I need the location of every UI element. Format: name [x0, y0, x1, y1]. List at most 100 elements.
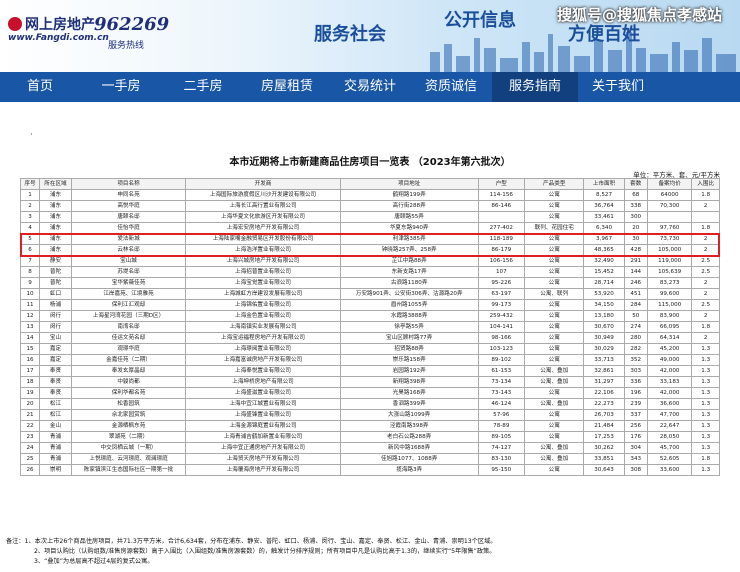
table-cell: 343: [623, 453, 648, 465]
table-cell: 2: [691, 310, 720, 322]
table-cell: 115,000: [646, 299, 693, 311]
table-cell: 246: [623, 277, 648, 289]
table-cell: 申同名苑: [70, 189, 187, 201]
table-row: 7 静安 宝山城 上海兴城房地产开发有限公司 芷江中路88弄 106-156 公寓 32,49…: [19, 255, 720, 267]
site-header: 网上房地产 www.Fangdi.com.cn 962269 服务热线 服务社会…: [0, 0, 740, 72]
table-cell: 高悦华庭: [70, 200, 187, 212]
table-cell: 106-156: [477, 255, 526, 267]
table-cell: 284: [623, 299, 648, 311]
site-logo[interactable]: 网上房地产: [8, 14, 95, 34]
table-cell: 11: [19, 299, 41, 311]
table-cell: 苏堤名邸: [70, 266, 187, 278]
table-cell: 352: [623, 354, 648, 366]
table-cell: 337: [623, 409, 648, 421]
nav-home[interactable]: 首页: [0, 72, 80, 102]
table-cell: 2.5: [691, 299, 720, 311]
table-cell: 闵行: [39, 321, 72, 333]
table-cell: 98-166: [477, 332, 526, 344]
logo-mark-icon: [8, 17, 22, 31]
table-cell: 64,314: [646, 332, 693, 344]
table-cell: 42,000: [646, 365, 693, 377]
table-cell: 上海贸天房地产开发有限公司: [185, 453, 341, 465]
table-cell: 70,300: [646, 200, 693, 212]
table-cell: 嘉定: [39, 354, 72, 366]
table-cell: 13,180: [583, 310, 625, 322]
table-cell: 2: [691, 244, 720, 256]
table-cell: 83,273: [646, 277, 693, 289]
table-cell: 63-197: [477, 288, 526, 300]
table-cell: 1.3: [691, 464, 720, 476]
table-cell: 浦东: [39, 244, 72, 256]
table-cell: 303: [623, 365, 648, 377]
table-cell: 259-432: [477, 310, 526, 322]
table-cell: 公寓: [524, 332, 585, 344]
table-cell: 105,000: [646, 244, 693, 256]
table-cell: 1.8: [691, 222, 720, 234]
nav-credit[interactable]: 资质诚信: [410, 72, 492, 102]
table-row: 16 嘉定 金嘉佳苑（二期） 上海嘉富诚房地产开发有限公司 崇乐路158弄 89-102 公…: [19, 354, 720, 366]
table-cell: 奉发玄厚晶邸: [70, 365, 187, 377]
table-cell: 26,703: [583, 409, 625, 421]
table-cell: 53,920: [583, 288, 625, 300]
table-cell: 新翔路398弄: [339, 376, 479, 388]
table-cell: 佘北家园赏筑: [70, 409, 187, 421]
table-cell: 196: [623, 387, 648, 399]
table-title: 本市近期将上市新建商品住房项目一览表 （2023年第六批次）: [229, 157, 511, 168]
table-cell: 江岸嘉苑、江境雅苑: [70, 288, 187, 300]
table-cell: 老白石公路288弄: [339, 431, 479, 443]
table-cell: 33,183: [646, 376, 693, 388]
table-cell: 1.8: [691, 321, 720, 333]
table-cell: 上海浩洋置业有限公司: [185, 244, 341, 256]
table-cell: 277-402: [477, 222, 526, 234]
nav-new-homes[interactable]: 一手房: [80, 72, 162, 102]
table-cell: 中交凤栖云城（一期）: [70, 442, 187, 454]
table-cell: 揽海路3弄: [339, 464, 479, 476]
table-cell: 144: [623, 266, 648, 278]
column-header: 套数: [623, 178, 648, 190]
table-cell: 73-143: [477, 387, 526, 399]
table-cell: 杨浦: [39, 299, 72, 311]
table-cell: 338: [623, 200, 648, 212]
table-cell: 普陀: [39, 266, 72, 278]
table-cell: 公寓: [524, 431, 585, 443]
table-row: 21 松江 佘北家园赏筑 上海盛锋置业有限公司 大涨山路1099弄 57-96 公寓 26,7…: [19, 409, 720, 421]
table-cell: 114-156: [477, 189, 526, 201]
table-cell: 336: [623, 376, 648, 388]
table-cell: 74-127: [477, 442, 526, 454]
table-cell: 光昊路168弄: [339, 387, 479, 399]
table-row: 15 嘉定 观璟华庭 上海璟阅置业有限公司 招贤路88弄 103-123 公寓 30,029 2…: [19, 343, 720, 355]
table-cell: 公寓: [524, 354, 585, 366]
table-cell: 招贤路88弄: [339, 343, 479, 355]
slogan-service: 服务社会: [314, 24, 386, 45]
table-cell: 浦东: [39, 211, 72, 223]
table-cell: 31,297: [583, 376, 625, 388]
table-cell: 上海中宜江城置业有限公司: [185, 398, 341, 410]
table-cell: 103-123: [477, 343, 526, 355]
table-cell: 公寓、叠加: [524, 453, 585, 465]
nav-resale[interactable]: 二手房: [162, 72, 244, 102]
nav-rental[interactable]: 房屋租赁: [244, 72, 330, 102]
table-cell: 公寓: [524, 211, 585, 223]
table-cell: 68: [623, 189, 648, 201]
table-cell: 上海盛锋置业有限公司: [185, 409, 341, 421]
column-header: 上市面积: [583, 178, 625, 190]
table-cell: 普陀: [39, 277, 72, 289]
nav-service-guide[interactable]: 服务指南: [492, 72, 578, 102]
table-cell: 3: [19, 211, 41, 223]
table-cell: 89-105: [477, 431, 526, 443]
table-cell: 南湾名邸: [70, 321, 187, 333]
table-cell: 33,600: [646, 464, 693, 476]
hotline-number: 962269: [94, 14, 170, 35]
table-cell: 73,730: [646, 233, 693, 245]
table-cell: 89-102: [477, 354, 526, 366]
nav-statistics[interactable]: 交易统计: [330, 72, 410, 102]
note-2: 2、项目认购比（认购组数/准售房源套数）高于入围比（入围组数/准售房源套数）的，…: [34, 548, 496, 555]
table-cell: 岩园路192弄: [339, 365, 479, 377]
table-cell: 2: [691, 288, 720, 300]
table-cell: 282: [623, 343, 648, 355]
table-cell: 静安: [39, 255, 72, 267]
table-cell: 华夏东路940弄: [339, 222, 479, 234]
table-cell: 36,600: [646, 398, 693, 410]
nav-about[interactable]: 关于我们: [578, 72, 658, 102]
table-cell: 256: [623, 420, 648, 432]
